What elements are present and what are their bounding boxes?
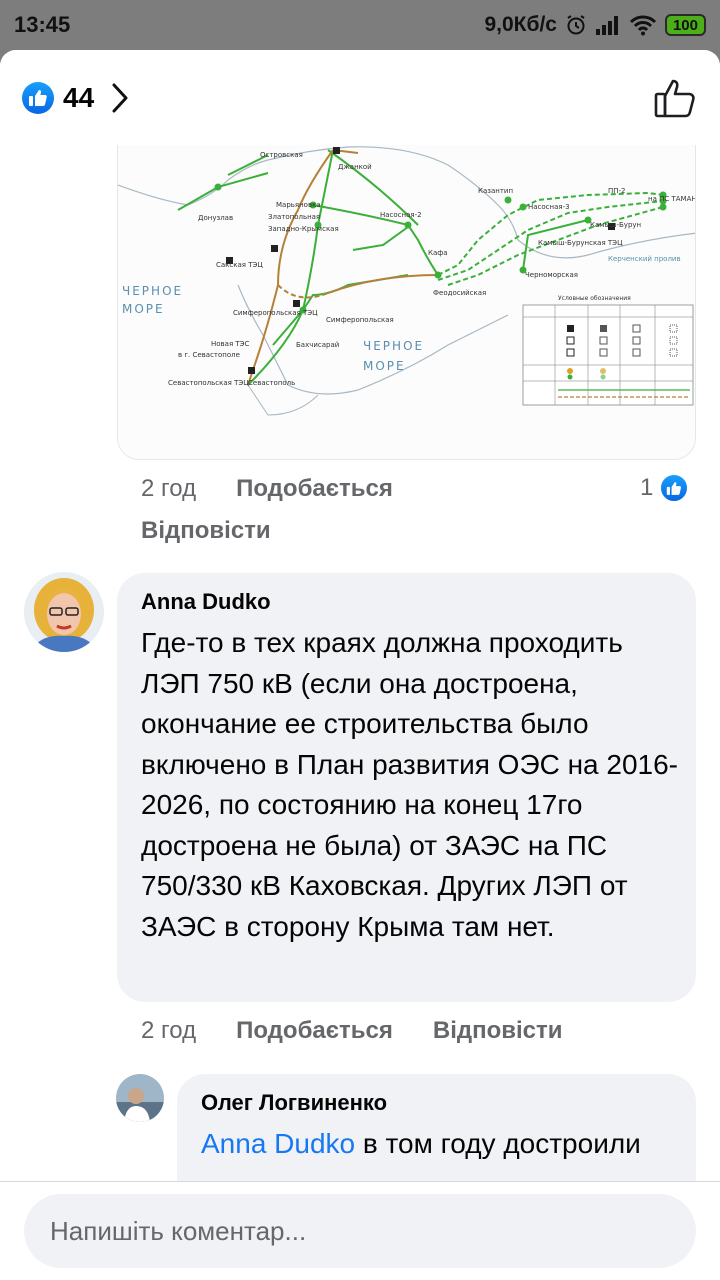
- map-sea-label: ЧЕРНОЕ: [122, 284, 183, 298]
- map-label: Злато­польная: [268, 213, 320, 221]
- composer-area: Напишіть коментар...: [0, 1181, 720, 1280]
- map-label: Бахчисарай: [296, 341, 339, 349]
- map-label: Сакская ТЭЦ: [216, 261, 263, 269]
- sheet-header: 44: [0, 50, 720, 145]
- comment-actions: 2 год Подобається Відповісти: [141, 1017, 563, 1045]
- reply-button[interactable]: Відповісти: [141, 517, 271, 545]
- map-sea-label: МОРЕ: [363, 359, 406, 373]
- map-label: Донузлав: [198, 214, 233, 222]
- like-count: 1: [640, 474, 654, 501]
- like-reaction-icon: [659, 473, 690, 503]
- status-indicators: 9,0Кб/с 100: [484, 13, 706, 37]
- wifi-icon: [629, 14, 657, 36]
- map-label: Камыш-Бурунская ТЭЦ: [538, 239, 623, 247]
- map-label: Марьяновка: [276, 201, 321, 209]
- map-label: Феодосийская: [433, 289, 486, 297]
- comment-image-map[interactable]: Островская Джанкой Марьяновка Злато­поль…: [117, 145, 696, 460]
- comment-input[interactable]: Напишіть коментар...: [24, 1194, 696, 1268]
- map-label: Насосная-3: [528, 203, 570, 211]
- comment-text: Где-то в тех краях должна проходить ЛЭП …: [141, 627, 678, 942]
- reply-button[interactable]: Відповісти: [433, 1017, 563, 1045]
- like-button[interactable]: Подобається: [236, 1017, 393, 1045]
- map-label: Симферопольская: [326, 316, 394, 324]
- avatar[interactable]: [116, 1074, 164, 1122]
- map-label: в г. Севастополе: [178, 351, 240, 359]
- map-sea-label: ЧЕРНОЕ: [363, 339, 424, 353]
- battery-indicator: 100: [664, 14, 706, 36]
- map-label: Симферопольская ТЭЦ: [233, 309, 318, 317]
- comment-actions: 2 год Подобається: [141, 475, 393, 503]
- comment-reply-row: Відповісти: [141, 517, 271, 545]
- map-label: Камыш-Бурун: [590, 221, 641, 229]
- map-label: Новая ТЭС: [211, 340, 250, 348]
- map-legend: Условные обозначения: [522, 295, 694, 406]
- comment-time[interactable]: 2 год: [141, 1017, 196, 1045]
- comment-text: Anna Dudko в том году достроили: [201, 1124, 661, 1165]
- map-label: Джанкой: [338, 163, 372, 171]
- map-label: Островская: [260, 151, 303, 159]
- map-label: Насосная-2: [380, 211, 422, 219]
- map-label: Севастополь: [248, 379, 295, 387]
- map-sea-label: МОРЕ: [122, 302, 165, 316]
- map-label: Керченский пролив: [608, 255, 681, 263]
- mention-link[interactable]: Anna Dudko: [201, 1128, 355, 1159]
- comment-author[interactable]: Олег Логвиненко: [201, 1090, 387, 1116]
- svg-text:Условные обозначения: Условные обозначения: [558, 295, 631, 302]
- signal-icon: [595, 15, 621, 35]
- status-bar: 13:45 9,0Кб/с 100: [0, 0, 720, 50]
- comment-author[interactable]: Anna Dudko: [141, 589, 271, 615]
- comment-input-placeholder: Напишіть коментар...: [50, 1215, 307, 1246]
- reaction-count[interactable]: 44: [63, 82, 94, 114]
- map-label: ПП-2: [608, 187, 626, 195]
- thumbs-up-outline-icon[interactable]: [654, 77, 698, 119]
- comments-sheet: 44: [0, 50, 720, 1280]
- map-label: Кафа: [428, 249, 448, 257]
- network-speed: 9,0Кб/с: [484, 13, 557, 36]
- comment-time[interactable]: 2 год: [141, 475, 196, 503]
- map-label: на ПС ТАМАНЬ: [648, 195, 696, 203]
- map-label: Западно-Крымская: [268, 225, 339, 233]
- reply-text: в том году достроили: [355, 1128, 641, 1159]
- chevron-right-icon[interactable]: [110, 82, 130, 114]
- status-time: 13:45: [14, 12, 71, 37]
- map-label: Черноморская: [525, 271, 578, 279]
- alarm-icon: [565, 14, 587, 36]
- map-label: Казантип: [478, 187, 513, 195]
- like-button[interactable]: Подобається: [236, 475, 393, 503]
- avatar[interactable]: [24, 572, 104, 652]
- map-label: Севастопольская ТЭЦ: [168, 379, 249, 387]
- comment-bubble[interactable]: Anna Dudko Где-то в тех краях должна про…: [117, 573, 696, 1002]
- like-reaction-icon[interactable]: [22, 81, 54, 114]
- comment-like-count[interactable]: 1: [640, 473, 690, 503]
